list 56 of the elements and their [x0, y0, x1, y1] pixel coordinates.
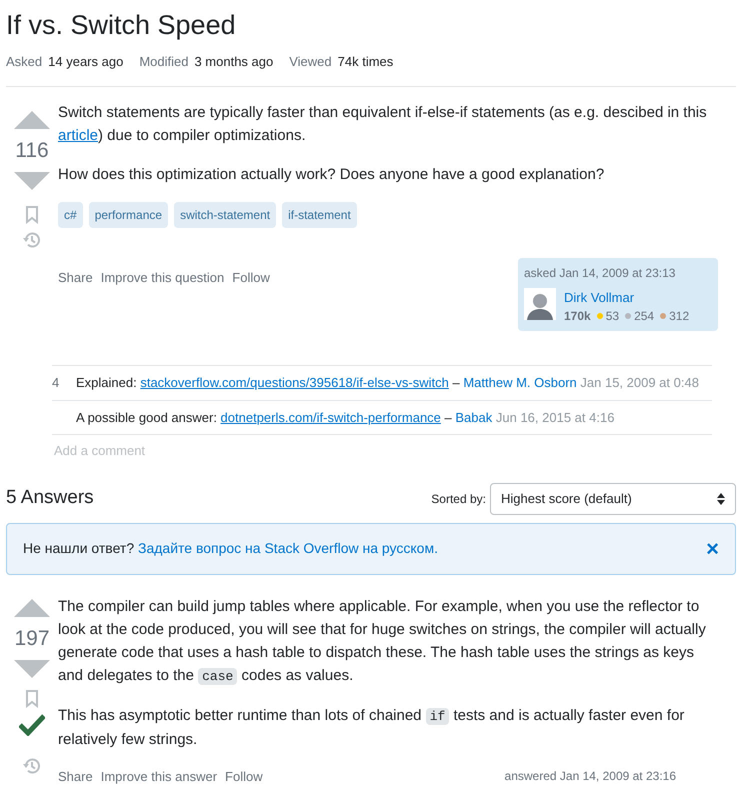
downvote-icon[interactable]: [14, 172, 50, 190]
answers-heading: 5 Answers: [6, 486, 94, 510]
post-action-link[interactable]: Share: [58, 268, 93, 287]
tag[interactable]: switch-statement: [174, 202, 276, 228]
badge-count: 254: [634, 308, 654, 325]
post-action-link[interactable]: Follow: [232, 268, 270, 287]
user-name[interactable]: Dirk Vollmar: [564, 288, 690, 307]
post-action-link[interactable]: Improve this question: [100, 268, 224, 287]
comment-author[interactable]: Babak: [455, 410, 492, 424]
tag[interactable]: if-statement: [282, 202, 357, 228]
sort-select[interactable]: Highest score (default): [490, 482, 736, 514]
notice-text: Не нашли ответ? Задайте вопрос на Stack Overflow на русском.: [23, 539, 438, 558]
vote-count: 197: [14, 626, 50, 652]
inline-code: case: [198, 668, 238, 684]
badge-count: 53: [606, 308, 620, 325]
post-action-link[interactable]: Improve this answer: [100, 766, 218, 786]
post-action-link[interactable]: Share: [58, 766, 93, 786]
upvote-icon[interactable]: [14, 598, 50, 616]
avatar: [524, 288, 556, 320]
inline-code: if: [426, 708, 450, 724]
upvote-icon[interactable]: [14, 110, 50, 128]
answer-caption: answered Jan 14, 2009 at 23:16: [504, 768, 676, 784]
sort-label: Sorted by:: [431, 490, 486, 508]
meta-label: Viewed: [289, 53, 332, 71]
meta-value: 74k times: [338, 53, 394, 71]
answer-paragraph: The compiler can build jump tables where applicable. For example, when you use the reflector to look at the code produced, you will see that for huge switches on strings, the compiler will actually generate code that uses a hash table to dispatch these. The hash table uses the strings as keys and delegates to the case codes as values.: [58, 596, 707, 686]
comment-text: A possible good answer: dotnetperls.com/if-switch-performance – Babak Jun 16, 2015 at 4:16: [76, 408, 614, 427]
link[interactable]: stackoverflow.com/questions/395618/if-else-vs-switch: [140, 375, 449, 390]
badge-count: 312: [669, 308, 690, 325]
link[interactable]: Задайте вопрос на Stack Overflow на русском.: [138, 540, 438, 556]
link[interactable]: dotnetperls.com/if-switch-performance: [220, 410, 441, 424]
close-button[interactable]: ×: [706, 538, 719, 560]
comment-text: Explained: stackoverflow.com/questions/395618/if-else-vs-switch – Matthew M. Osborn Jan 15, 2009 at 0:48: [76, 374, 699, 392]
history-icon[interactable]: [22, 230, 42, 250]
bookmark-icon[interactable]: [25, 690, 39, 708]
tag[interactable]: c#: [58, 202, 83, 228]
vote-count: 116: [15, 138, 49, 164]
post-action-link[interactable]: Follow: [225, 766, 263, 786]
tag[interactable]: performance: [88, 202, 168, 228]
answer-paragraph: This has asymptotic better runtime than lots of chained if tests and is actually faster even for relatively few strings.: [58, 706, 686, 750]
meta-value: 3 months ago: [194, 53, 274, 71]
comment-author[interactable]: Matthew M. Osborn: [463, 375, 577, 390]
meta-label: Modified: [139, 53, 188, 71]
question-title: If vs. Switch Speed: [6, 9, 237, 42]
downvote-icon[interactable]: [14, 660, 50, 678]
bookmark-icon[interactable]: [25, 206, 39, 224]
question-paragraph: Switch statements are typically faster than equivalent if-else-if statements (as e.g. descibed in this article) due to compiler optimizations.: [58, 102, 708, 146]
reputation: 170k: [564, 308, 591, 325]
link[interactable]: article: [58, 126, 98, 144]
sort-arrows-icon: [717, 492, 725, 504]
user-card-caption: asked Jan 14, 2009 at 23:13: [524, 264, 676, 282]
history-icon[interactable]: [22, 756, 42, 776]
meta-label: Asked: [6, 53, 42, 71]
meta-value: 14 years ago: [48, 53, 124, 71]
comment-score: 4: [52, 374, 60, 392]
question-paragraph: How does this optimization actually work? Does anyone have a good explanation?: [58, 164, 606, 184]
